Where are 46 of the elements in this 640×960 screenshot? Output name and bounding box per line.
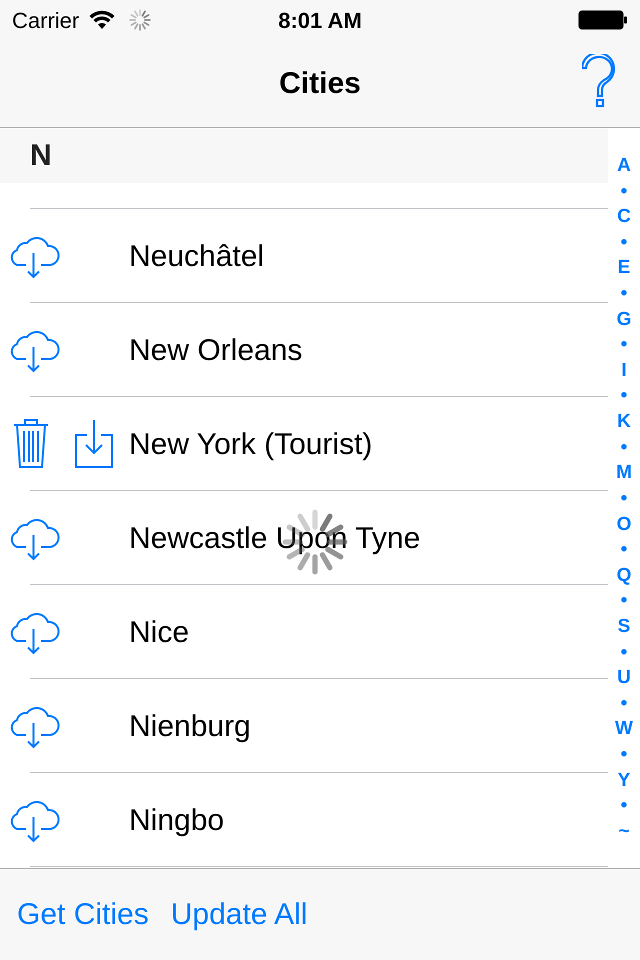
index-letter[interactable]: ~ (618, 822, 630, 842)
activity-spinner-icon (129, 9, 152, 31)
index-letter[interactable]: • (620, 182, 628, 202)
section-header: N (0, 128, 608, 183)
index-letter[interactable]: • (620, 796, 628, 816)
nav-title: Cities (279, 66, 361, 102)
wifi-icon (89, 10, 116, 30)
index-letter[interactable]: O (616, 514, 632, 535)
index-letter[interactable]: • (620, 488, 628, 509)
index-letter[interactable]: S (618, 616, 630, 637)
index-letter[interactable]: • (620, 540, 628, 560)
index-letter[interactable]: E (618, 258, 630, 278)
index-letter[interactable]: • (620, 694, 628, 714)
city-name[interactable]: New York (Tourist) (129, 422, 372, 466)
index-letter[interactable]: W (615, 719, 633, 740)
city-name[interactable]: Nienburg (129, 704, 251, 748)
index-letter[interactable]: M (616, 463, 632, 484)
city-name[interactable]: Nice (129, 610, 190, 654)
toolbar-link[interactable]: Update All (170, 892, 308, 937)
city-name[interactable]: Ningbo (129, 798, 224, 842)
index-letter[interactable]: Y (618, 770, 630, 791)
download-box-icon[interactable] (75, 419, 113, 469)
index-letter[interactable]: G (616, 310, 632, 330)
index-letter[interactable]: • (620, 232, 628, 253)
city-name[interactable]: Neuchâtel (129, 234, 264, 278)
trash-icon[interactable] (13, 419, 49, 469)
index-letter[interactable]: • (620, 642, 628, 663)
toolbar-link[interactable]: Get Cities (17, 892, 149, 937)
index-letter[interactable]: A (617, 156, 631, 176)
city-name[interactable]: Newcastle Upon Tyne (129, 516, 420, 560)
help-button[interactable] (582, 54, 616, 108)
index-letter[interactable]: • (620, 745, 628, 766)
index-letter[interactable]: • (620, 284, 628, 304)
battery-icon (578, 10, 628, 30)
index-letter[interactable]: I (621, 360, 627, 381)
index-letter[interactable]: • (620, 386, 628, 406)
index-letter[interactable]: • (620, 438, 628, 458)
index-letter[interactable]: C (617, 207, 631, 228)
city-name[interactable]: New Orleans (129, 328, 302, 372)
carrier-label: Carrier (12, 6, 80, 34)
index-letter[interactable]: U (617, 668, 631, 688)
index-letter[interactable]: • (620, 591, 628, 612)
index-letter[interactable]: • (620, 335, 628, 356)
index-letter[interactable]: K (617, 412, 631, 432)
status-time: 8:01 AM (278, 6, 362, 34)
index-letter[interactable]: Q (616, 566, 632, 586)
